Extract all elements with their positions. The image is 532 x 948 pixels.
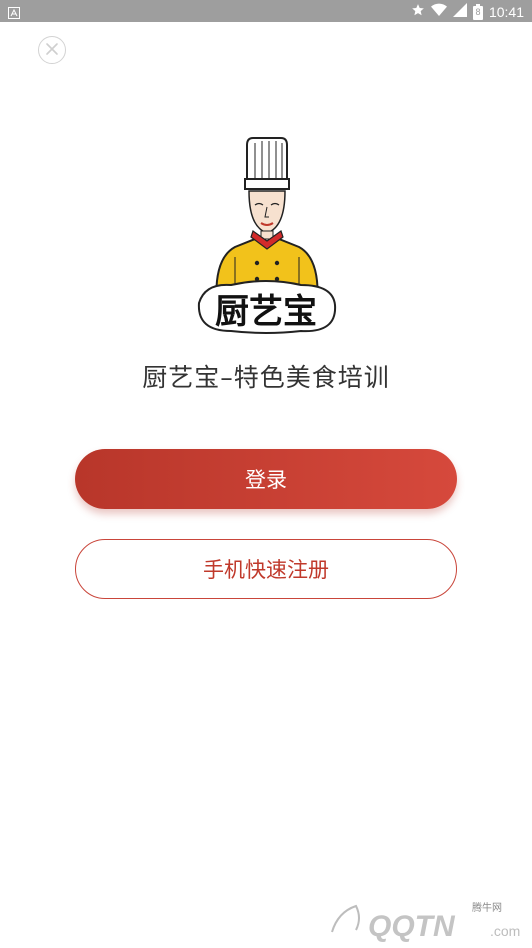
status-icons: 8 10:41 [411, 2, 524, 21]
signal-icon [452, 2, 467, 21]
watermark-brand: QQTN [368, 910, 456, 943]
close-icon [45, 41, 59, 60]
notification-a-icon [8, 4, 20, 23]
login-button[interactable]: 登录 [75, 449, 457, 509]
login-button-label: 登录 [245, 468, 287, 492]
close-button[interactable] [38, 36, 66, 64]
star-icon [411, 2, 425, 21]
status-bar: 8 10:41 [0, 0, 532, 22]
app-title: 厨艺宝–特色美食培训 [142, 363, 390, 392]
status-time: 10:41 [488, 3, 524, 20]
battery-level-text: 8 [475, 6, 481, 17]
watermark-cn: 腾牛网 [472, 903, 502, 914]
register-button-label: 手机快速注册 [203, 558, 329, 582]
battery-icon: 8 [472, 3, 483, 20]
wifi-icon [430, 2, 447, 21]
phone-register-button[interactable]: 手机快速注册 [75, 539, 457, 599]
chef-illustration: 厨艺宝 [197, 137, 337, 334]
logo-text: 厨艺宝 [215, 292, 317, 332]
watermark-suffix: .com [490, 923, 520, 939]
app-logo: 厨艺宝 [195, 135, 337, 335]
